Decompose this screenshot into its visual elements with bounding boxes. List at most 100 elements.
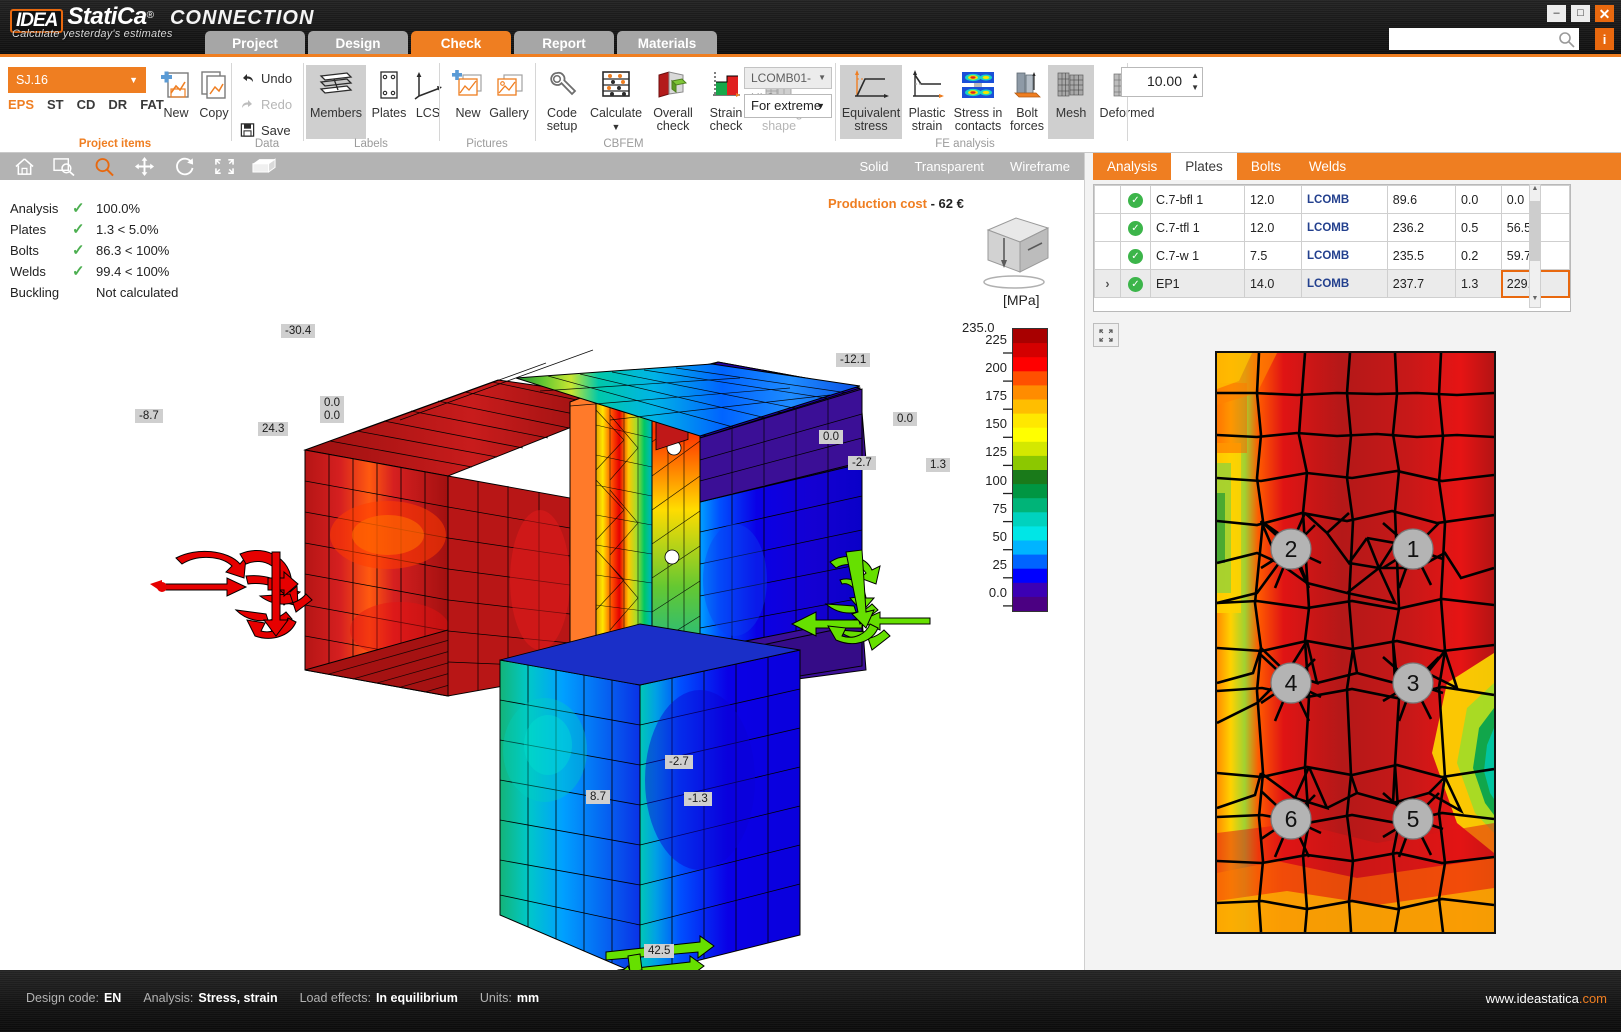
calculate-button[interactable]: Calculate ▼ [588,65,644,134]
row-expand-toggle[interactable] [1094,185,1121,214]
close-button[interactable]: ✕ [1595,5,1614,22]
scroll-up-icon[interactable]: ▲ [1530,185,1540,197]
info-button[interactable]: i [1595,28,1614,50]
tagline: Calculate yesterday's estimates [12,28,173,40]
overall-check-icon [646,65,700,105]
search-icon[interactable] [1558,31,1575,48]
bolt-forces-button[interactable]: Bolt forces [1006,65,1048,133]
project-item-combo[interactable]: SJ.16 ▼ [8,67,146,93]
limit-state-eps[interactable]: EPS [8,97,34,112]
zoom-window-icon[interactable] [52,156,76,178]
tab-plates[interactable]: Plates [1171,153,1237,180]
render-mode-transparent[interactable]: Transparent [914,159,984,174]
group-label-fe-analysis: FE analysis [935,138,995,150]
minimize-button[interactable]: – [1547,5,1566,22]
row-expand-toggle[interactable]: › [1094,269,1121,298]
stepper-arrows[interactable]: ▲ ▼ [1191,70,1199,94]
cell-thickness: 12.0 [1243,213,1302,242]
plastic-strain-icon [904,65,950,105]
cell-load-case: LCOMB [1300,269,1388,298]
equivalent-stress-button[interactable]: Equivalent stress [840,65,902,139]
box-icon[interactable] [252,156,276,178]
ribbon-separator-1 [231,63,232,141]
chevron-down-icon: ▼ [816,101,825,111]
status-ok-icon: ✓ [1128,276,1143,292]
status-ok-icon: ✓ [1128,220,1143,236]
undo-button[interactable]: Undo [240,67,292,89]
mesh-label: Mesh [1055,106,1087,120]
plastic-strain-button[interactable]: Plastic strain [904,65,950,133]
model-3d-viewport[interactable]: Analysis ✓ 100.0% Plates ✓ 1.3 < 5.0% Bo… [0,180,1084,970]
overall-check-button[interactable]: Overall check [646,65,700,133]
cell-load-case: LCOMB [1300,213,1388,242]
limit-state-cd[interactable]: CD [77,97,96,112]
code-setup-button[interactable]: Code setup [538,65,586,133]
table-row[interactable]: › ✓ EP1 14.0 LCOMB 237.7 1.3 229.5 [1094,269,1570,298]
table-row[interactable]: ✓ C.7-w 1 7.5 LCOMB 235.5 0.2 59.7 [1094,241,1570,270]
mesh-button[interactable]: Mesh [1048,65,1094,139]
scroll-down-icon[interactable]: ▼ [1530,295,1540,307]
render-mode-solid[interactable]: Solid [860,159,889,174]
fit-icon[interactable] [212,156,236,178]
table-scrollbar[interactable]: ▲ ▼ [1529,184,1541,308]
load-combination-combo[interactable]: LCOMB01-ULS ▼ [744,67,832,105]
undo-label: Undo [261,70,293,86]
model-value-label: -12.1 [836,353,871,367]
group-label-project-items: Project items [78,138,152,150]
table-row[interactable]: ✓ C.7-tfl 1 12.0 LCOMB 236.2 0.5 56.5 [1094,213,1570,242]
maximize-button[interactable]: □ [1571,5,1590,22]
strain-check-button[interactable]: Strain check [702,65,750,133]
status-ok-icon: ✓ [1128,192,1143,208]
table-row[interactable]: ✓ C.7-bfl 1 12.0 LCOMB 89.6 0.0 0.0 [1094,185,1570,214]
rotate-icon[interactable] [172,156,196,178]
ribbon-group-fe-analysis: Equivalent stress Plastic strain Stress … [838,57,1154,153]
lcs-button[interactable]: LCS [410,65,446,120]
results-tabs: Analysis Plates Bolts Welds [1093,153,1621,180]
cell-strain: 0.2 [1454,241,1502,270]
limit-state-st[interactable]: ST [47,97,64,112]
expand-detail-button[interactable] [1093,323,1119,347]
gallery-button[interactable]: Gallery [482,65,536,120]
model-value-label: 8.7 [586,790,610,804]
zoom-icon[interactable] [92,156,116,178]
ribbon-group-project-items: SJ.16 ▼ EPS ST CD DR FAT New Copy Projec… [0,57,230,153]
pan-icon[interactable] [132,156,156,178]
website-link[interactable]: www.ideastatica.com [1486,991,1607,1006]
title-bar: IDEA StatiCa® CONNECTION Calculate yesterd… [0,0,1621,57]
tab-bolts[interactable]: Bolts [1237,153,1295,180]
calculate-dropdown-icon: ▼ [611,122,621,132]
model-value-label: -2.7 [848,456,876,470]
ribbon-group-labels: Members Plates LCS Labels [306,57,442,153]
cell-strain: 1.3 [1454,269,1502,298]
tab-analysis[interactable]: Analysis [1093,153,1171,180]
row-status: ✓ [1120,241,1151,270]
members-button[interactable]: Members [306,65,366,139]
limit-state-dr[interactable]: DR [108,97,127,112]
plates-icon [368,65,410,105]
model-value-label: 0.0 [819,430,843,444]
scrollbar-thumb[interactable] [1530,201,1540,261]
extreme-mode-combo[interactable]: For extreme ▼ [744,94,832,118]
redo-button[interactable]: Redo [240,93,292,115]
tab-welds[interactable]: Welds [1295,153,1360,180]
group-label-data: Data [254,138,280,150]
plate-detail-view[interactable]: 1 2 3 4 5 6 [1215,351,1496,934]
home-icon[interactable] [12,156,36,178]
plastic-strain-label: Plastic strain [908,106,946,133]
status-bar: Design code: EN Analysis: Stress, strain L… [0,970,1621,1032]
search-input[interactable] [1389,28,1579,50]
row-expand-toggle[interactable] [1094,213,1121,242]
cell-load-case: LCOMB [1300,185,1388,214]
cell-stress: 235.5 [1386,241,1456,270]
stress-in-contacts-button[interactable]: Stress in contacts [950,65,1006,133]
row-expand-toggle[interactable] [1094,241,1121,270]
legend-color-bar [1013,329,1047,612]
status-items: Design code: EN Analysis: Stress, strain L… [26,991,539,1005]
plates-button[interactable]: Plates [368,65,410,120]
render-mode-wireframe[interactable]: Wireframe [1010,159,1070,174]
search-container [1389,28,1579,50]
plates-results-table-container[interactable]: ✓ C.7-bfl 1 12.0 LCOMB 89.6 0.0 0.0 ✓ C.7-tfl 11… [1093,184,1571,312]
scale-stepper[interactable]: 10.00 ▲ ▼ [1121,67,1203,97]
registered-mark: ® [146,10,154,21]
cell-stress: 89.6 [1386,185,1456,214]
